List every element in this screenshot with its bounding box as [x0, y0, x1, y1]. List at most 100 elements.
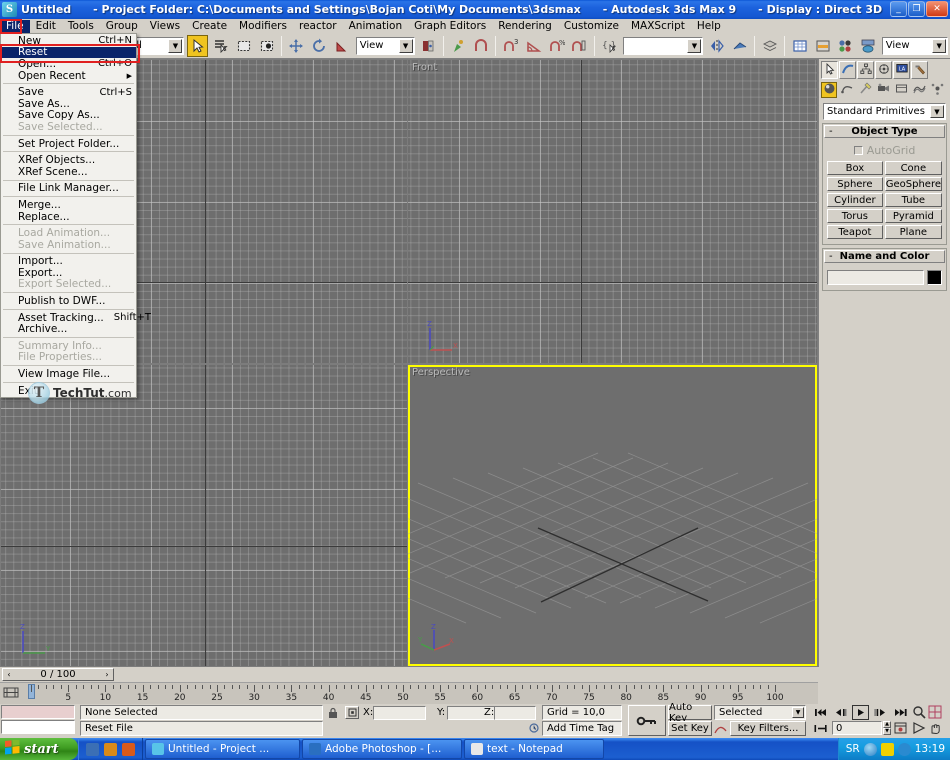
key-mode-toggle-icon[interactable] [628, 705, 666, 736]
motion-tab[interactable] [875, 61, 892, 79]
render-type-combo[interactable]: View ▼ [882, 37, 948, 55]
file-menu-item-set-project-folder[interactable]: Set Project Folder... [1, 138, 136, 150]
file-menu-item-save-as[interactable]: Save As... [1, 98, 136, 110]
selection-lock-toggle-icon[interactable] [327, 707, 339, 719]
file-menu-item-exit[interactable]: Exit [1, 385, 136, 397]
key-mode-icon[interactable] [812, 722, 829, 735]
previous-frame-arrow[interactable]: ‹ [3, 669, 15, 680]
create-tube-button[interactable]: Tube [885, 193, 942, 207]
play-animation-icon[interactable] [852, 705, 869, 720]
language-indicator[interactable]: SR [846, 743, 860, 755]
snaps-toggle-icon[interactable] [470, 35, 491, 57]
menu-edit[interactable]: Edit [30, 20, 62, 33]
create-tab[interactable] [821, 61, 838, 79]
default-in-out-tangent-icon[interactable] [714, 722, 727, 735]
menu-tools[interactable]: Tools [62, 20, 100, 33]
chevron-down-icon[interactable]: ▼ [687, 39, 701, 53]
create-torus-button[interactable]: Torus [827, 209, 883, 223]
chevron-down-icon[interactable]: ▼ [168, 39, 182, 53]
key-filters-button[interactable]: Key Filters... [730, 721, 806, 736]
file-menu-item-archive[interactable]: Archive... [1, 323, 136, 335]
file-menu-item-publish-to-dwf[interactable]: Publish to DWF... [1, 295, 136, 307]
autogrid-checkbox[interactable] [854, 146, 863, 155]
auto-key-button[interactable]: Auto Key [668, 705, 712, 720]
mini-listener-pink[interactable] [1, 705, 75, 719]
file-menu-item-view-image-file[interactable]: View Image File... [1, 368, 136, 380]
file-menu-item-reset[interactable]: Reset [1, 47, 136, 59]
select-by-name-icon[interactable] [210, 35, 231, 57]
file-menu-item-export[interactable]: Export... [1, 267, 136, 279]
menu-create[interactable]: Create [186, 20, 233, 33]
edit-named-selection-sets-icon[interactable]: { } [599, 35, 620, 57]
collapse-icon[interactable]: - [829, 126, 833, 137]
lights-category[interactable] [857, 82, 873, 98]
next-frame-arrow[interactable]: › [101, 669, 113, 680]
geometry-category[interactable] [821, 82, 837, 98]
create-teapot-button[interactable]: Teapot [827, 225, 883, 239]
named-selection-sets-combo[interactable]: ▼ [623, 37, 704, 55]
schematic-view-icon[interactable] [812, 35, 833, 57]
viewport-front[interactable]: Front Z X [408, 60, 817, 363]
current-frame-field[interactable]: 0 [832, 721, 882, 735]
show-desktop-icon[interactable] [86, 743, 99, 756]
menu-file[interactable]: File [0, 20, 30, 33]
file-menu-item-new[interactable]: NewCtrl+N [1, 35, 136, 47]
subcategory-dropdown[interactable]: Standard Primitives ▼ [823, 103, 946, 120]
pan-view-icon[interactable] [928, 721, 943, 735]
menu-graph-editors[interactable]: Graph Editors [408, 20, 492, 33]
utilities-tab[interactable] [911, 61, 928, 79]
helpers-category[interactable] [893, 82, 909, 98]
file-menu-item-save-copy-as[interactable]: Save Copy As... [1, 110, 136, 122]
render-scene-dialog-icon[interactable] [858, 35, 879, 57]
select-and-manipulate-icon[interactable] [448, 35, 469, 57]
go-to-start-icon[interactable] [812, 706, 829, 719]
layer-manager-icon[interactable] [759, 35, 780, 57]
menu-views[interactable]: Views [144, 20, 186, 33]
modify-tab[interactable] [839, 61, 856, 79]
time-tag-icon[interactable] [528, 722, 540, 734]
taskbar-item[interactable]: Adobe Photoshop - [... [302, 739, 462, 759]
file-menu-item-xref-objects[interactable]: XRef Objects... [1, 154, 136, 166]
menu-maxscript[interactable]: MAXScript [625, 20, 691, 33]
create-pyramid-button[interactable]: Pyramid [885, 209, 942, 223]
name-and-color-rollout-header[interactable]: - Name and Color [824, 250, 945, 263]
menu-reactor[interactable]: reactor [293, 20, 343, 33]
create-cone-button[interactable]: Cone [885, 161, 942, 175]
key-filter-set-combo[interactable]: Selected ▼ [714, 705, 806, 720]
previous-frame-icon[interactable] [832, 706, 849, 719]
display-tab[interactable]: LA [893, 61, 910, 79]
shield-icon[interactable] [864, 743, 877, 756]
rectangular-selection-region-icon[interactable] [233, 35, 254, 57]
create-geosphere-button[interactable]: GeoSphere [885, 177, 942, 191]
space-warps-category[interactable] [911, 82, 927, 98]
power-icon[interactable] [898, 743, 911, 756]
file-menu-item-merge[interactable]: Merge... [1, 199, 136, 211]
taskbar-item[interactable]: Untitled - Project ... [145, 739, 300, 759]
browser-icon[interactable] [122, 743, 135, 756]
angle-snap-toggle-icon[interactable] [523, 35, 544, 57]
file-menu-item-file-link-manager[interactable]: File Link Manager... [1, 183, 136, 195]
frame-spinner[interactable]: ▲ ▼ [883, 721, 891, 735]
cameras-category[interactable] [875, 82, 891, 98]
object-type-rollout-header[interactable]: - Object Type [824, 125, 945, 138]
create-plane-button[interactable]: Plane [885, 225, 942, 239]
menu-animation[interactable]: Animation [343, 20, 409, 33]
next-frame-icon[interactable] [872, 706, 889, 719]
menu-rendering[interactable]: Rendering [492, 20, 558, 33]
file-menu-item-import[interactable]: Import... [1, 256, 136, 268]
create-box-button[interactable]: Box [827, 161, 883, 175]
set-key-button[interactable]: Set Key [668, 721, 712, 736]
file-menu-item-replace[interactable]: Replace... [1, 211, 136, 223]
mirror-icon[interactable] [706, 35, 727, 57]
shapes-category[interactable] [839, 82, 855, 98]
chevron-down-icon[interactable]: ▼ [792, 707, 804, 718]
x-coord-field[interactable] [373, 706, 426, 720]
create-cylinder-button[interactable]: Cylinder [827, 193, 883, 207]
systems-category[interactable] [929, 82, 945, 98]
viewport-perspective[interactable]: Perspective Z X Y [408, 365, 817, 666]
collapse-icon[interactable]: - [829, 251, 833, 262]
select-and-move-icon[interactable] [286, 35, 307, 57]
hierarchy-tab[interactable] [857, 61, 874, 79]
select-and-uniform-scale-icon[interactable] [332, 35, 353, 57]
select-and-rotate-icon[interactable] [309, 35, 330, 57]
